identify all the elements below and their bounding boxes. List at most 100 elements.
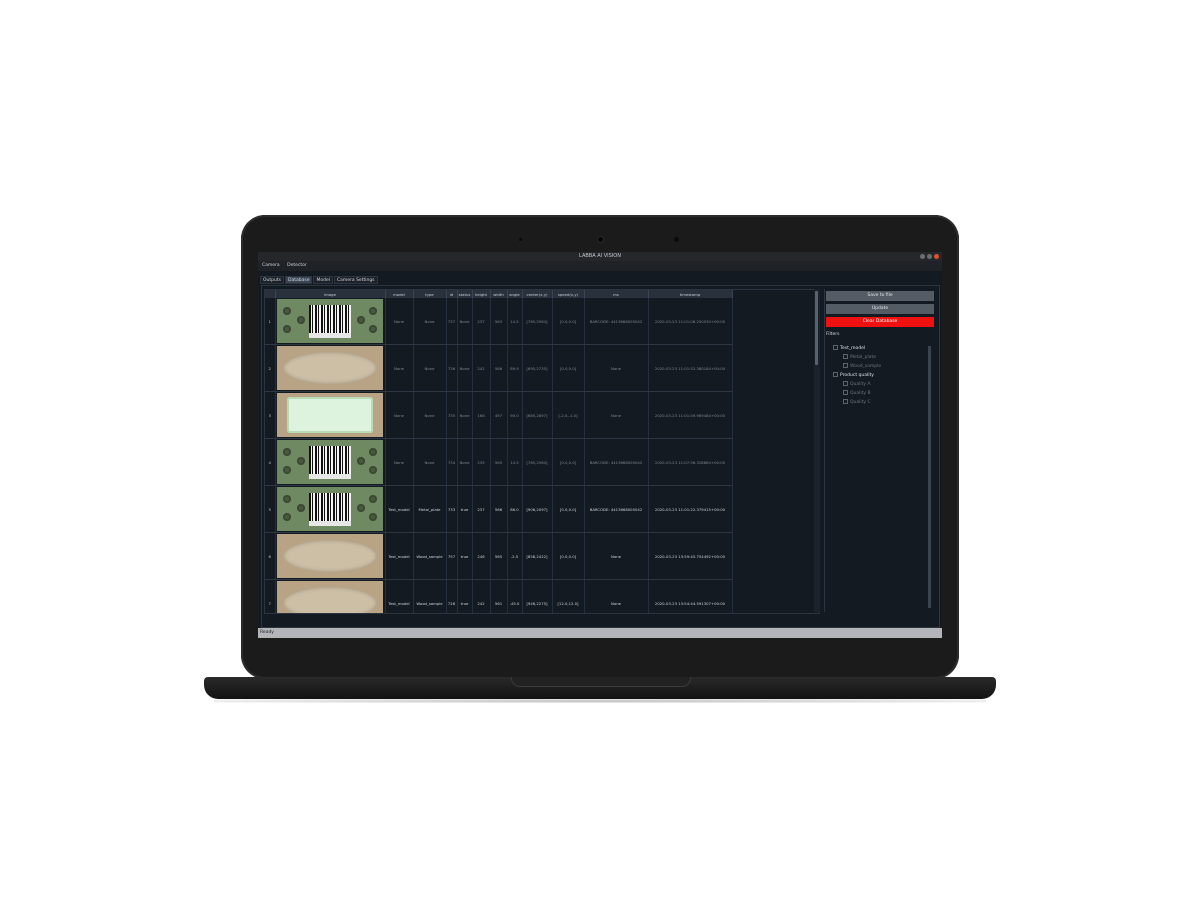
status-bar: Ready <box>258 628 942 638</box>
checkbox-icon[interactable] <box>843 399 848 404</box>
cell-status: None <box>457 298 473 345</box>
table-scrollbar[interactable] <box>814 289 820 612</box>
tree-group-test-model[interactable]: Test_model <box>833 344 881 353</box>
cell-timestamp: 2020-03-23 11:07:56.328884+00:00 <box>648 438 733 486</box>
tab-database[interactable]: Database <box>284 276 313 284</box>
table-row[interactable]: 7 Test_model Wood_sample 726 true 242 561 -45.0… <box>265 579 733 613</box>
header-ms[interactable]: ms <box>584 290 649 298</box>
table-row[interactable]: 2 None None 736 None 242 586 89.9 [695,2735] [0.0… <box>265 344 733 392</box>
tree-item-quality-b[interactable]: Quality B <box>833 389 881 398</box>
webcam-icon <box>598 237 603 242</box>
hole-shape <box>283 307 291 315</box>
header-index[interactable] <box>265 290 276 298</box>
update-button[interactable]: Update <box>826 304 934 314</box>
tree-item-quality-c[interactable]: Quality C <box>833 398 881 407</box>
header-width[interactable]: width <box>490 290 508 298</box>
wood-biscuit-shape <box>283 352 377 384</box>
cell-width: 497 <box>490 391 508 439</box>
pale-block-shape <box>287 397 373 433</box>
cell-width: 563 <box>490 298 508 345</box>
laptop-base <box>204 677 996 699</box>
row-index[interactable]: 5 <box>265 485 276 533</box>
header-center[interactable]: center(x,y) <box>522 290 553 298</box>
table-row[interactable]: 5 Test_model Metal_plate 733 true 237 566 86.0[… <box>265 485 733 533</box>
header-speed[interactable]: speed(x,y) <box>552 290 585 298</box>
checkbox-icon[interactable] <box>843 354 848 359</box>
database-table[interactable]: image model type id status height width … <box>264 289 820 614</box>
cell-timestamp: 2020-03-23 11:01:22.379415+00:00 <box>648 485 733 533</box>
tree-item-label: Metal_plate <box>850 355 877 360</box>
cell-center: [765,2564] <box>522 438 553 486</box>
cell-ms: None <box>584 532 649 580</box>
cell-width: 565 <box>490 438 508 486</box>
header-id[interactable]: id <box>446 290 458 298</box>
row-index[interactable]: 4 <box>265 438 276 486</box>
checkbox-icon[interactable] <box>843 381 848 386</box>
barcode-label <box>309 474 351 479</box>
maximize-icon[interactable] <box>927 254 932 259</box>
checkbox-icon[interactable] <box>843 390 848 395</box>
cell-height: 242 <box>472 579 491 613</box>
hole-shape <box>297 457 305 465</box>
cell-speed: [12.0,12.0] <box>552 579 585 613</box>
row-index[interactable]: 7 <box>265 579 276 613</box>
header-height[interactable]: height <box>472 290 491 298</box>
cell-ms: None <box>584 344 649 392</box>
sensor-icon <box>519 238 522 241</box>
cell-id: 735 <box>446 391 458 439</box>
row-image-cell <box>275 579 386 613</box>
window-titlebar: LABBA AI VISION <box>258 252 942 261</box>
minimize-icon[interactable] <box>920 254 925 259</box>
header-angle[interactable]: angle <box>507 290 523 298</box>
hole-shape <box>369 466 377 474</box>
table-row[interactable]: 1 None None 737 None 237 563 14.5 [765,2564] [0.0… <box>265 298 733 345</box>
menu-detector[interactable]: Detector <box>287 263 307 268</box>
table-row[interactable]: 6 Test_model Wood_sample 757 true 246 565 -2.5[… <box>265 532 733 580</box>
tree-group-label: Test_model <box>840 346 866 351</box>
row-index[interactable]: 2 <box>265 344 276 392</box>
hole-shape <box>283 495 291 503</box>
header-type[interactable]: type <box>413 290 447 298</box>
tree-item-metal-plate[interactable]: Metal_plate <box>833 353 881 362</box>
header-status[interactable]: status <box>457 290 473 298</box>
light-sensor-icon <box>674 237 679 242</box>
cell-speed: [0.0,0.0] <box>552 298 585 345</box>
hole-shape <box>297 504 305 512</box>
header-image[interactable]: image <box>275 290 386 298</box>
row-index[interactable]: 6 <box>265 532 276 580</box>
hole-shape <box>369 495 377 503</box>
row-index[interactable]: 3 <box>265 391 276 439</box>
tab-camera-settings[interactable]: Camera Settings <box>333 276 378 284</box>
checkbox-icon[interactable] <box>833 345 838 350</box>
row-image-cell <box>275 298 386 345</box>
tree-group-product-quality[interactable]: Product quality <box>833 371 881 380</box>
tab-outputs[interactable]: Outputs <box>260 276 284 284</box>
close-icon[interactable] <box>934 254 939 259</box>
filter-tree[interactable]: Test_model Metal_plate Wood_sample Produ… <box>833 344 881 407</box>
tab-model[interactable]: Model <box>313 276 333 284</box>
header-model[interactable]: model <box>385 290 414 298</box>
tree-item-quality-a[interactable]: Quality A <box>833 380 881 389</box>
sidebar-scrollbar[interactable] <box>928 346 931 608</box>
cell-id: 757 <box>446 532 458 580</box>
cell-timestamp: 2020-03-23 11:01:49.969484+00:00 <box>648 391 733 439</box>
save-to-file-button[interactable]: Save to file <box>826 291 934 301</box>
checkbox-icon[interactable] <box>833 372 838 377</box>
cell-width: 561 <box>490 579 508 613</box>
cell-speed: [0.0,0.0] <box>552 344 585 392</box>
table-row[interactable]: 4 None None 734 None 235 565 14.5 [765,2564] [0.0… <box>265 438 733 486</box>
window-title: LABBA AI VISION <box>579 253 621 259</box>
cell-type: None <box>413 438 447 486</box>
menu-camera[interactable]: Camera <box>262 263 280 268</box>
cell-width: 566 <box>490 485 508 533</box>
tree-item-wood-sample[interactable]: Wood_sample <box>833 362 881 371</box>
cell-model: None <box>385 438 414 486</box>
cell-model: Test_model <box>385 485 414 533</box>
row-index[interactable]: 1 <box>265 298 276 345</box>
table-row[interactable]: 3 None None 735 None 168 497 90.0 [685,2897] [-2.… <box>265 391 733 439</box>
metal-plate-image <box>277 299 383 343</box>
scrollbar-thumb[interactable] <box>815 291 818 365</box>
clear-database-button[interactable]: Clear Database <box>826 317 934 327</box>
checkbox-icon[interactable] <box>843 363 848 368</box>
header-timestamp[interactable]: timestamp <box>648 290 733 298</box>
